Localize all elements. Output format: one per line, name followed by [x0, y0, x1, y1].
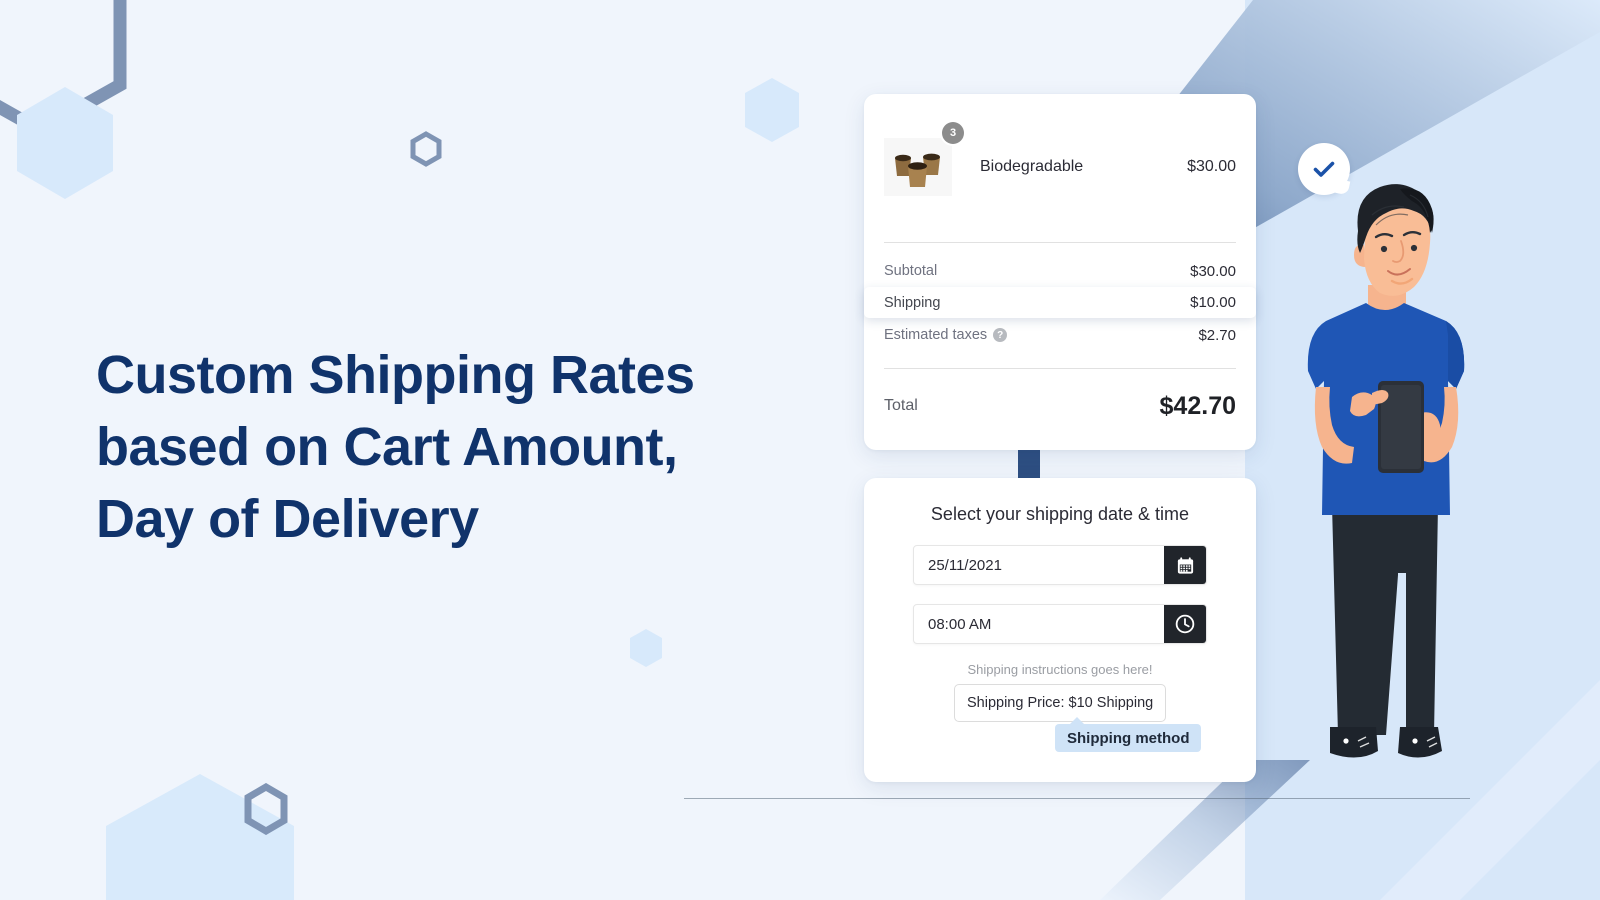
shipping-instructions-text: Shipping instructions goes here!: [967, 662, 1153, 677]
cart-total-row: Total $42.70: [884, 389, 1236, 423]
product-thumbnail-wrap: 3: [884, 122, 964, 196]
product-quantity-badge: 3: [942, 122, 964, 144]
shipping-datetime-card: Select your shipping date & time 25/11/2…: [864, 478, 1256, 782]
shipping-time-field[interactable]: 08:00 AM: [913, 604, 1207, 644]
summary-label-shipping: Shipping: [884, 294, 941, 311]
product-name: Biodegradable: [980, 158, 1084, 175]
product-price: $30.00: [1187, 158, 1236, 175]
cart-summary-card: 3 Biodegradable $30.00 Subtotal $30.00 S…: [864, 94, 1256, 450]
cart-product-row[interactable]: 3 Biodegradable $30.00: [884, 122, 1236, 204]
hero-banner: Custom Shipping Rates based on Cart Amou…: [0, 0, 1600, 900]
headline-line-3: Day of Delivery: [96, 488, 479, 549]
summary-row-shipping[interactable]: Shipping $10.00: [864, 287, 1256, 318]
headline-line-2: based on Cart Amount,: [96, 416, 678, 477]
man-with-phone-illustration: [1307, 184, 1465, 758]
clock-icon[interactable]: [1164, 605, 1206, 643]
shipping-time-value[interactable]: 08:00 AM: [914, 616, 1164, 633]
shipping-date-value[interactable]: 25/11/2021: [914, 557, 1164, 574]
total-value: $42.70: [1159, 391, 1236, 420]
summary-label-estimated-taxes: Estimated taxes: [884, 327, 988, 343]
summary-value-subtotal: $30.00: [1190, 262, 1236, 280]
total-label: Total: [884, 397, 918, 414]
shipping-price-field[interactable]: Shipping Price: $10 Shipping: [954, 684, 1166, 722]
biodegradable-pots-image: [884, 138, 952, 196]
calendar-icon[interactable]: [1164, 546, 1206, 584]
page-title: Custom Shipping Rates based on Cart Amou…: [96, 340, 816, 555]
question-mark-icon[interactable]: ?: [993, 328, 1008, 342]
summary-row-estimated-taxes: Estimated taxes ? $2.70: [884, 322, 1236, 348]
cart-divider-bottom: [884, 368, 1236, 369]
hex-outline-small-left: [410, 131, 442, 167]
summary-value-estimated-taxes: $2.70: [1198, 326, 1236, 344]
hex-outline-bottom-left: [243, 783, 289, 835]
hex-filled-upper-mid: [742, 76, 802, 144]
summary-row-subtotal: Subtotal $30.00: [884, 258, 1236, 284]
hex-filled-top-left: [13, 85, 117, 201]
shipping-date-field[interactable]: 25/11/2021: [913, 545, 1207, 585]
summary-label-subtotal: Subtotal: [884, 263, 938, 279]
headline-line-1: Custom Shipping Rates: [96, 345, 695, 405]
summary-value-shipping: $10.00: [1190, 294, 1236, 311]
check-mark-icon: [1313, 161, 1335, 177]
cart-divider-top: [884, 242, 1236, 243]
hex-filled-mid: [628, 628, 664, 668]
shipping-method-tooltip: Shipping method: [1055, 717, 1202, 752]
shipping-card-title: Select your shipping date & time: [930, 504, 1190, 524]
